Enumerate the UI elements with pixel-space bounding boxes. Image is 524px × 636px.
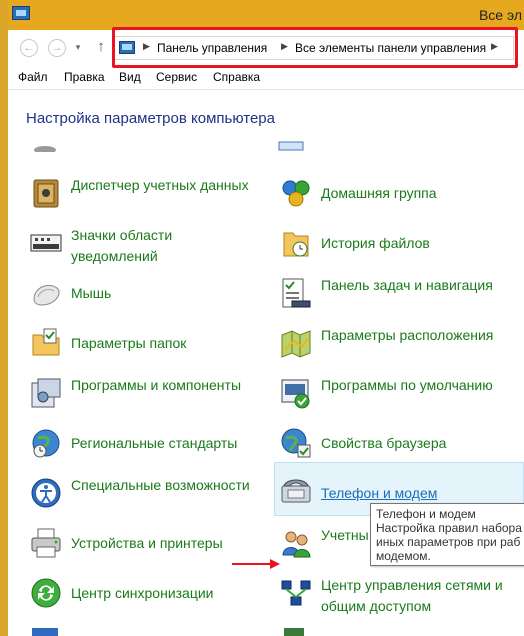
item-file-history[interactable]: История файлов (276, 221, 516, 267)
item-sync-center[interactable]: Центр синхронизации (26, 571, 266, 617)
item-label: Региональные стандарты (71, 435, 238, 451)
item-programs-features[interactable]: Программы и компоненты (26, 371, 266, 417)
item-label: Параметры папок (71, 335, 187, 351)
control-panel-icon (119, 41, 135, 54)
tooltip-line: иных параметров при раб (376, 535, 521, 549)
item-label: Домашняя группа (321, 185, 437, 201)
menu-edit[interactable]: Правка (64, 70, 105, 84)
menu-file[interactable]: Файл (18, 70, 48, 84)
programs-icon (31, 378, 61, 408)
item-folder-options[interactable]: Параметры папок (26, 321, 266, 367)
annotation-arrow-icon (232, 559, 280, 569)
item-homegroup[interactable]: Домашняя группа (276, 171, 516, 217)
menu-view[interactable]: Вид (119, 70, 141, 84)
item-regional-settings[interactable]: Региональные стандарты (26, 421, 266, 467)
mouse-icon (33, 284, 60, 306)
back-arrow-icon[interactable]: ← (20, 39, 38, 57)
chevron-down-icon[interactable]: ▾ (72, 39, 84, 57)
location-icon (281, 330, 311, 358)
item-network-sharing-center[interactable]: Центр управления сетями и общим доступом (276, 571, 516, 617)
network-center-icon (281, 580, 311, 606)
menu-help[interactable]: Справка (213, 70, 260, 84)
item-label: Панель задач и навигация (321, 277, 493, 293)
item-label: Мышь (71, 285, 112, 301)
page-heading: Настройка параметров компьютера (26, 110, 275, 127)
notification-icons-icon (30, 234, 62, 252)
taskbar-icon (282, 278, 311, 308)
folder-options-icon (32, 328, 60, 356)
item-label: Программы по умолчанию (321, 377, 493, 393)
forward-arrow-icon[interactable]: → (48, 39, 66, 57)
phone-modem-icon (281, 479, 311, 503)
browser-icon (281, 428, 311, 458)
item-credential-manager[interactable]: Диспетчер учетных данных (26, 171, 266, 217)
partial-item-icon (284, 628, 304, 636)
item-label: История файлов (321, 235, 430, 251)
item-devices-printers[interactable]: Устройства и принтеры (26, 521, 266, 567)
item-label: Программы и компоненты (71, 377, 242, 393)
item-default-programs[interactable]: Программы по умолчанию (276, 371, 516, 417)
item-label: Свойства браузера (321, 435, 447, 451)
window-title: Все эл (478, 7, 522, 23)
item-accessibility[interactable]: Специальные возможности (26, 471, 266, 517)
item-label: Специальные возможности (71, 477, 250, 493)
breadcrumb-control-panel[interactable]: Панель управления (157, 41, 267, 55)
item-label: Значки области уведомлений (71, 227, 173, 264)
item-label: Диспетчер учетных данных (71, 177, 249, 193)
tooltip: Телефон и модем Настройка правил набора … (370, 503, 524, 566)
item-label: Телефон и модем (321, 485, 438, 501)
item-label: Устройства и принтеры (71, 535, 223, 551)
control-panel-window: Все эл ← → ▾ ↑ ▶ Панель управления ▶ Все… (8, 0, 524, 636)
breadcrumb-all-items[interactable]: Все элементы панели управления (295, 41, 486, 55)
credential-vault-icon (33, 179, 59, 208)
item-taskbar-navigation[interactable]: Панель задач и навигация (276, 271, 516, 317)
accessibility-icon (31, 478, 61, 508)
control-panel-icon (12, 6, 30, 20)
file-history-icon (283, 232, 309, 257)
item-label: Центр синхронизации (71, 585, 214, 601)
item-notification-icons[interactable]: Значки области уведомлений (26, 221, 266, 267)
menu-bar: Файл Правка Вид Сервис Справка (8, 66, 524, 90)
item-internet-options[interactable]: Свойства браузера (276, 421, 516, 467)
partial-item-icon (34, 146, 56, 152)
tooltip-line: Настройка правил набора (376, 521, 522, 535)
chevron-right-icon[interactable]: ▶ (491, 41, 498, 52)
chevron-right-icon[interactable]: ▶ (143, 41, 150, 52)
item-mouse[interactable]: Мышь (26, 271, 266, 317)
printer-icon (31, 528, 61, 558)
title-bar: Все эл (8, 0, 524, 30)
sync-icon (31, 578, 61, 608)
partial-item-icon (32, 628, 58, 636)
menu-tools[interactable]: Сервис (156, 70, 197, 84)
tooltip-line: модемом. (376, 549, 431, 563)
partial-item-icon (278, 141, 304, 151)
user-accounts-icon (282, 531, 311, 558)
homegroup-icon (282, 180, 310, 207)
address-bar[interactable]: ▶ Панель управления ▶ Все элементы панел… (114, 36, 514, 60)
navigation-bar: ← → ▾ ↑ ▶ Панель управления ▶ Все элемен… (8, 30, 524, 66)
chevron-right-icon[interactable]: ▶ (281, 41, 288, 52)
tooltip-title: Телефон и модем (376, 507, 476, 521)
up-arrow-icon[interactable]: ↑ (94, 39, 108, 57)
default-programs-icon (281, 379, 310, 409)
item-label: Центр управления сетями и общим доступом (321, 577, 503, 614)
globe-clock-icon (32, 429, 60, 458)
item-location-settings[interactable]: Параметры расположения (276, 321, 516, 367)
item-label: Параметры расположения (321, 327, 494, 343)
